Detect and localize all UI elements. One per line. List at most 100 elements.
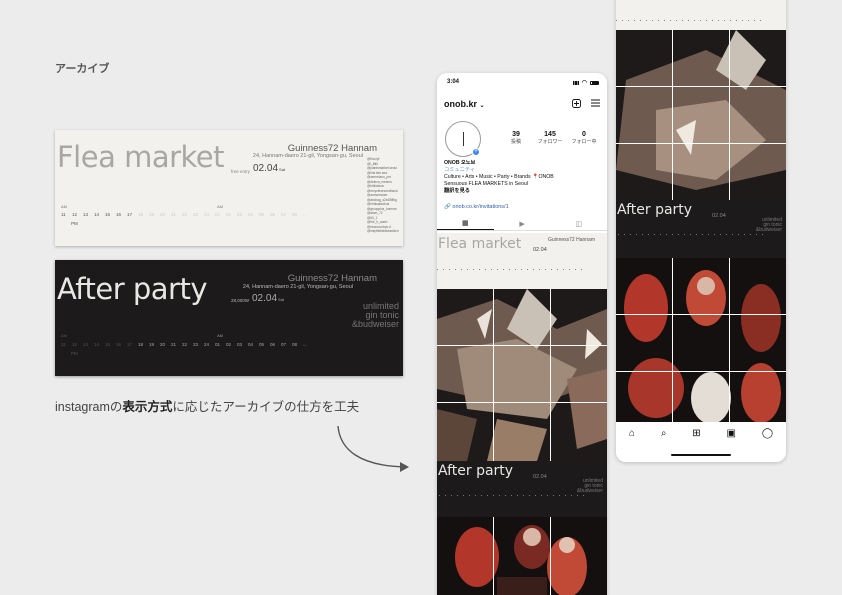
hour-label: 14	[94, 342, 100, 347]
hour-label: 14	[94, 212, 100, 217]
flea-market-banner: Flea market Guinness72 Hannam 24, Hannam…	[55, 130, 403, 246]
instagram-grid-phone: After party 02.04 unlimited gin tonic &bud…	[616, 0, 786, 462]
hour-label: 21	[171, 342, 177, 347]
signal-icon	[572, 80, 579, 85]
banner-am-label: AM	[61, 204, 67, 209]
tile-date: 02.04	[533, 474, 547, 480]
tab-reels[interactable]: ▶	[494, 217, 551, 230]
post-photo-party[interactable]	[616, 258, 786, 428]
reels-icon[interactable]: ▣	[727, 428, 736, 440]
post-photo-party[interactable]	[437, 517, 607, 595]
hour-label: 15	[105, 212, 111, 217]
home-icon[interactable]: ⌂	[629, 428, 635, 440]
hour-label: 22	[182, 342, 188, 347]
hour-label: 07	[281, 342, 287, 347]
create-post-icon[interactable]	[571, 98, 581, 108]
wifi-icon: ◠	[581, 80, 587, 86]
tab-tagged[interactable]: ◫	[550, 217, 607, 230]
post-tile[interactable]: Flea market Guinness72 Hannam 02.04	[437, 233, 607, 289]
bio-line: Culture • Arts • Music • Party • Brands …	[444, 174, 554, 180]
stat-item[interactable]: 0 フォロー中	[567, 131, 601, 145]
banner-pm-label: PM	[71, 351, 78, 356]
post-photo-collage[interactable]	[616, 30, 786, 200]
stat-count: 39	[512, 131, 520, 138]
menu-icon[interactable]	[590, 98, 600, 108]
hour-label: 20	[160, 342, 166, 347]
status-time: 3:04	[447, 79, 460, 85]
username: onob.kr	[444, 99, 477, 109]
hour-label: 08	[292, 212, 298, 217]
hour-label: 15	[105, 342, 111, 347]
hour-label: 12	[72, 212, 78, 217]
stat-label: フォロー中	[571, 139, 597, 145]
hour-label: 06	[270, 212, 276, 217]
stat-item[interactable]: 39 投稿	[499, 131, 533, 145]
hour-label: 23	[193, 212, 199, 217]
drinks-line: &budweiser	[351, 319, 399, 329]
stat-label: フォロワー	[537, 139, 563, 145]
hour-label: 17	[127, 342, 133, 347]
post-tile[interactable]	[616, 0, 786, 30]
tile-title: Flea market	[438, 236, 522, 252]
profile-category: コミュニティ	[444, 167, 475, 173]
status-bar: 3:04 ◠	[447, 79, 599, 86]
profile-icon[interactable]: ◯	[762, 428, 773, 440]
tab-grid[interactable]: ▦	[437, 217, 494, 230]
stat-item[interactable]: 145 フォロワー	[533, 131, 567, 145]
post-tile[interactable]: After party 02.04 unlimited gin tonic &bud…	[437, 461, 607, 517]
banner-venue: Guinness72 Hannam	[287, 273, 377, 284]
grid-icon: ▦	[462, 220, 469, 227]
add-story-icon[interactable]: +	[472, 148, 480, 156]
caption-text: に応じたアーカイブの仕方を工夫	[172, 400, 360, 414]
banner-price: 28,000W	[231, 298, 250, 303]
hour-label: 20	[160, 212, 166, 217]
stat-label: 投稿	[510, 139, 521, 145]
hour-label: 11	[61, 342, 66, 347]
tile-date: 02.04	[712, 213, 726, 219]
hour-label: 02	[226, 342, 232, 347]
banner-title: Flea market	[57, 140, 225, 174]
link-icon: 🔗	[444, 204, 451, 210]
hour-label: 18	[138, 212, 144, 217]
tile-drinks: unlimited gin tonic &budweiser	[577, 479, 603, 494]
profile-link-text: onob.co.kr/invitations/1	[452, 204, 509, 210]
search-icon[interactable]: ⌕	[661, 428, 667, 440]
tile-drinks: unlimited gin tonic &budweiser	[756, 218, 782, 233]
banner-am-label-2: AM	[217, 204, 223, 209]
battery-icon	[590, 80, 599, 85]
tagged-icon: ◫	[575, 220, 582, 228]
hour-label: 08	[292, 342, 298, 347]
banner-brand-list: @find.lyf @l_iiiiiii @plantsmarket.seoul…	[367, 157, 399, 233]
hour-label: 01	[215, 342, 221, 347]
see-translation-link[interactable]: 翻訳を見る	[444, 188, 601, 195]
stat-count: 0	[582, 131, 586, 138]
hour-label: 18	[138, 342, 144, 347]
username-switcher[interactable]: onob.kr ⌄	[444, 99, 485, 109]
create-icon[interactable]: ⊞	[692, 428, 700, 440]
hour-label: 07	[281, 212, 287, 217]
hour-label: 16	[116, 342, 122, 347]
hour-label: 24	[204, 212, 210, 217]
post-tile[interactable]: After party 02.04 unlimited gin tonic &bud…	[616, 200, 786, 258]
stat-count: 145	[544, 131, 556, 138]
caption-text: instagramの	[55, 400, 123, 414]
hour-label: 24	[204, 342, 210, 347]
tile-timeline	[437, 269, 587, 270]
bio-line: Sensuous FLEA MARKETS in Seoul	[444, 181, 528, 187]
home-indicator	[671, 454, 731, 456]
tile-date: 02.04	[533, 247, 547, 253]
banner-date: 02.04Sat	[253, 163, 286, 174]
profile-link[interactable]: 🔗 onob.co.kr/invitations/1	[444, 204, 509, 210]
banner-am-label-2: AM	[217, 333, 223, 338]
banner-am-label: AM	[61, 333, 67, 338]
hour-label: 19	[149, 342, 155, 347]
hour-label: 13	[83, 342, 89, 347]
hour-label: ...	[303, 212, 307, 217]
bottom-nav: ⌂ ⌕ ⊞ ▣ ◯	[616, 422, 786, 462]
curved-arrow-icon	[337, 425, 409, 472]
tile-timeline	[439, 495, 589, 496]
banner-address: 24, Hannam-daero 21-gil, Yongsan-gu, Seo…	[242, 284, 353, 290]
tile-title: After party	[438, 463, 514, 479]
tile-timeline	[618, 234, 768, 235]
post-photo-collage[interactable]	[437, 289, 607, 461]
